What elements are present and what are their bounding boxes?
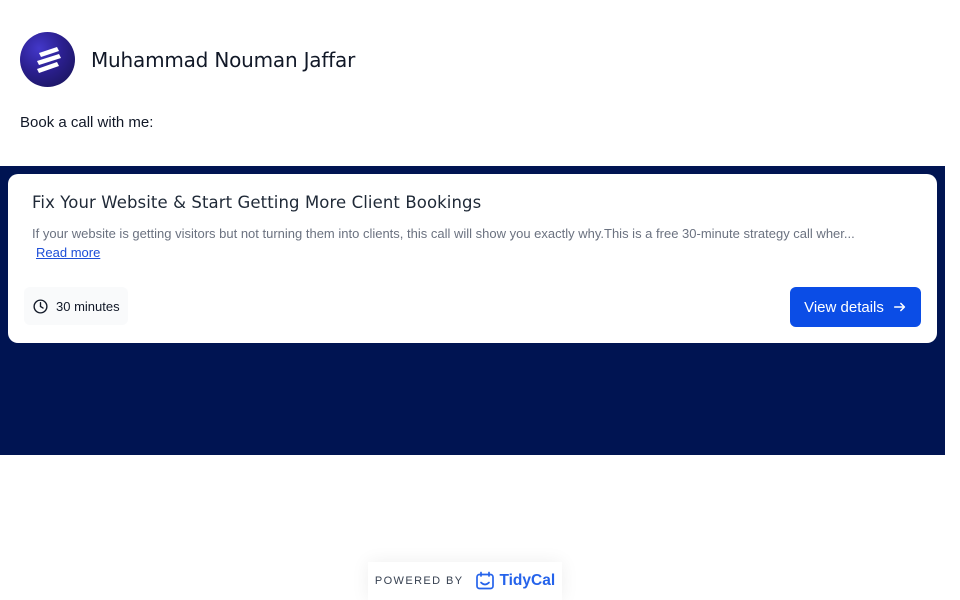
view-details-button[interactable]: View details — [790, 287, 921, 327]
avatar — [20, 32, 75, 87]
powered-by-label: POWERED BY — [374, 575, 464, 587]
intro-text: Book a call with me: — [20, 114, 154, 131]
tidycal-brand: TidyCal — [475, 571, 555, 591]
profile-name: Muhammad Nouman Jaffar — [91, 47, 356, 72]
arrow-right-icon — [893, 302, 906, 312]
profile-header: Muhammad Nouman Jaffar — [20, 32, 355, 87]
booking-page: Muhammad Nouman Jaffar Book a call with … — [0, 0, 960, 600]
duration-badge: 30 minutes — [24, 287, 128, 325]
view-details-label: View details — [804, 298, 884, 316]
powered-by-badge[interactable]: POWERED BY TidyCal — [368, 562, 562, 600]
event-title: Fix Your Website & Start Getting More Cl… — [32, 193, 482, 212]
event-card[interactable]: Fix Your Website & Start Getting More Cl… — [8, 174, 937, 343]
striped-logo-icon — [36, 46, 61, 73]
event-description: If your website is getting visitors but … — [32, 226, 855, 241]
tidycal-logo-icon — [476, 571, 495, 590]
clock-icon — [33, 298, 48, 314]
duration-label: 30 minutes — [56, 298, 120, 314]
tidycal-name: TidyCal — [499, 572, 556, 589]
read-more-link[interactable]: Read more — [36, 245, 100, 260]
